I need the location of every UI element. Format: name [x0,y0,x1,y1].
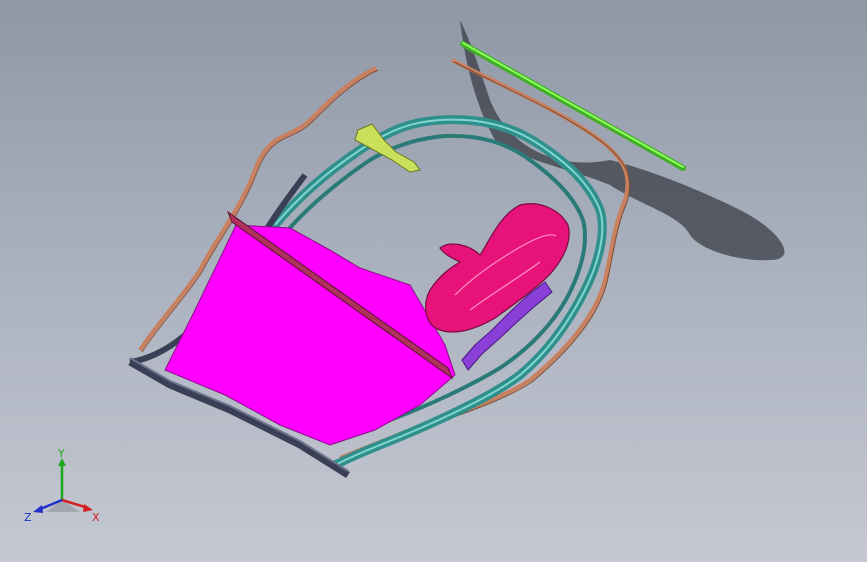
coordinate-triad: Y X Z [22,447,108,524]
cad-3d-viewport[interactable]: Y X Z [0,0,867,562]
z-axis-label: Z [24,511,32,524]
green-rod-highlight [462,42,684,168]
z-axis-arrow [33,505,43,513]
door-assembly-model[interactable] [0,0,867,562]
x-axis-label: X [92,511,100,524]
y-axis-label: Y [57,448,65,460]
inner-trim-part[interactable] [425,203,570,333]
triad-base [46,500,80,512]
